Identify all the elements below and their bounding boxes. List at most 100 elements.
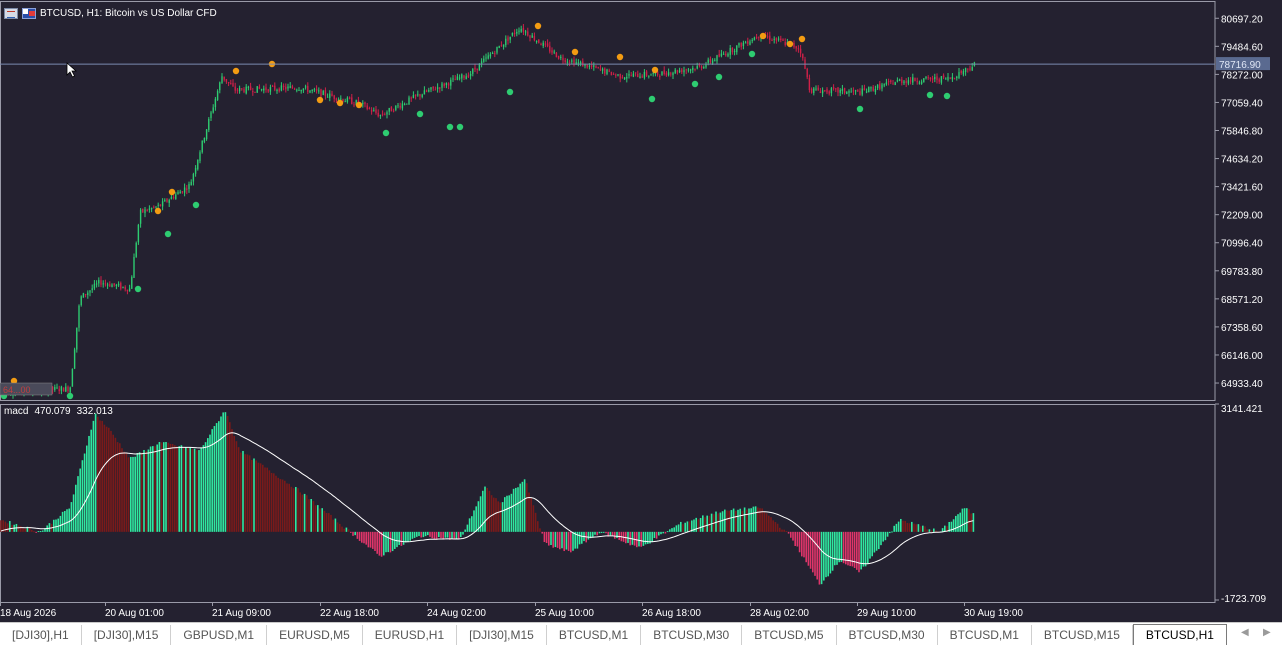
tab-item[interactable]: BTCUSD,M30 bbox=[641, 625, 743, 645]
macd-histogram-bar bbox=[79, 468, 81, 532]
macd-histogram-bar bbox=[897, 521, 900, 532]
macd-histogram-bar bbox=[442, 531, 444, 540]
tabs-next-icon[interactable]: ▶ bbox=[1263, 627, 1271, 638]
tab-active[interactable]: BTCUSD,H1 bbox=[1132, 624, 1227, 645]
tab-item[interactable]: [DJI30],M15 bbox=[82, 625, 172, 645]
candle-body bbox=[964, 68, 967, 73]
tab-item[interactable]: BTCUSD,M1 bbox=[938, 625, 1032, 645]
macd-histogram-bar bbox=[189, 447, 191, 532]
macd-histogram-bar bbox=[94, 413, 97, 532]
candle-body bbox=[846, 92, 848, 94]
macd-histogram-bar bbox=[427, 531, 429, 536]
candle-body bbox=[705, 64, 707, 68]
macd-histogram-bar bbox=[878, 531, 880, 550]
candle-body bbox=[346, 97, 349, 102]
tabs-prev-icon[interactable]: ◀ bbox=[1241, 627, 1249, 638]
macd-histogram-bar bbox=[521, 481, 524, 532]
macd-histogram-bar bbox=[306, 495, 308, 532]
macd-histogram-bar bbox=[433, 531, 436, 540]
tab-item[interactable]: GBPUSD,M1 bbox=[171, 625, 268, 645]
candle-body bbox=[716, 55, 718, 62]
candle-body bbox=[102, 283, 104, 285]
macd-value-main: 470.079 bbox=[34, 406, 71, 417]
fractal-up-marker bbox=[232, 67, 240, 75]
macd-histogram-bar bbox=[792, 531, 794, 541]
macd-histogram-bar bbox=[81, 460, 84, 532]
candle-body bbox=[153, 206, 155, 208]
tab-item[interactable]: BTCUSD,M15 bbox=[1032, 625, 1133, 645]
macd-histogram-bar bbox=[829, 531, 832, 574]
tab-item[interactable]: BTCUSD,M5 bbox=[742, 625, 837, 645]
macd-histogram-bar bbox=[297, 488, 299, 532]
macd-histogram-bar bbox=[633, 531, 636, 546]
candle-body bbox=[104, 283, 107, 285]
macd-histogram-bar bbox=[303, 493, 306, 532]
fractal-down-marker bbox=[134, 285, 142, 293]
macd-histogram-bar bbox=[902, 520, 904, 532]
macd-histogram-bar bbox=[389, 531, 392, 553]
tab-item[interactable]: [DJI30],M15 bbox=[457, 625, 547, 645]
macd-histogram-bar bbox=[255, 460, 257, 532]
candle-body bbox=[201, 140, 203, 153]
candle-body bbox=[740, 42, 742, 47]
macd-value-signal: 332.013 bbox=[76, 406, 113, 417]
macd-histogram-bar bbox=[495, 498, 497, 532]
candle-body bbox=[496, 46, 498, 53]
macd-histogram-bar bbox=[244, 454, 246, 532]
chart-window[interactable]: 80697.20 79484.60 78272.00 77059.40 75846.80… bbox=[0, 0, 1282, 622]
macd-histogram-bar bbox=[22, 527, 24, 532]
candle-body bbox=[894, 82, 896, 86]
macd-histogram-bar bbox=[336, 522, 339, 532]
candle-body bbox=[131, 276, 133, 289]
macd-histogram-bar bbox=[275, 475, 277, 532]
time-axis-label: 28 Aug 02:00 bbox=[750, 608, 809, 619]
fractal-down-marker bbox=[192, 201, 200, 209]
macd-histogram-bar bbox=[820, 531, 823, 585]
tab-item[interactable]: BTCUSD,M30 bbox=[837, 625, 938, 645]
macd-histogram-bar bbox=[163, 442, 165, 532]
candle-body bbox=[777, 38, 780, 40]
macd-histogram-bar bbox=[928, 529, 931, 532]
current-price-label: 78716.90 bbox=[1219, 60, 1261, 71]
macd-histogram-bar bbox=[0, 520, 2, 532]
price-chart[interactable]: 80697.20 79484.60 78272.00 77059.40 75846.80… bbox=[0, 0, 1282, 622]
candle-body bbox=[401, 103, 404, 109]
candle-body bbox=[850, 91, 852, 93]
macd-histogram-bar bbox=[200, 447, 202, 532]
candle-body bbox=[628, 74, 630, 76]
candle-body bbox=[417, 94, 419, 96]
candle-body bbox=[348, 97, 351, 99]
candle-body bbox=[852, 90, 855, 92]
candle-body bbox=[474, 67, 476, 70]
macd-histogram-bar bbox=[284, 480, 286, 532]
macd-histogram-bar bbox=[292, 488, 295, 532]
tab-item[interactable]: EURUSD,M5 bbox=[267, 625, 363, 645]
candle-body bbox=[113, 283, 115, 286]
candle-body bbox=[780, 38, 782, 41]
candle-body bbox=[175, 194, 177, 199]
macd-histogram-bar bbox=[666, 531, 669, 533]
candle-body bbox=[758, 36, 760, 38]
fractal-down-marker bbox=[382, 129, 390, 137]
tab-item[interactable]: EURUSD,H1 bbox=[363, 625, 458, 645]
candle-body bbox=[483, 58, 485, 62]
candle-body bbox=[733, 50, 736, 52]
fractal-up-marker bbox=[355, 101, 363, 109]
candle-body bbox=[885, 82, 888, 85]
macd-histogram-bar bbox=[262, 464, 264, 532]
candle-body bbox=[597, 67, 599, 69]
candle-body bbox=[826, 88, 828, 93]
candle-body bbox=[586, 64, 588, 68]
tab-item[interactable]: [DJI30],H1 bbox=[0, 625, 82, 645]
candle-body bbox=[505, 38, 507, 46]
macd-histogram-bar bbox=[257, 462, 260, 532]
macd-histogram-bar bbox=[796, 531, 799, 547]
tab-item[interactable]: BTCUSD,M1 bbox=[547, 625, 642, 645]
macd-histogram-bar bbox=[955, 515, 957, 532]
macd-histogram-bar bbox=[198, 450, 200, 532]
macd-histogram-bar bbox=[457, 531, 460, 540]
candle-body bbox=[65, 386, 67, 392]
candle-body bbox=[524, 31, 527, 33]
macd-histogram-bar bbox=[662, 531, 664, 534]
macd-histogram-bar bbox=[891, 531, 893, 533]
